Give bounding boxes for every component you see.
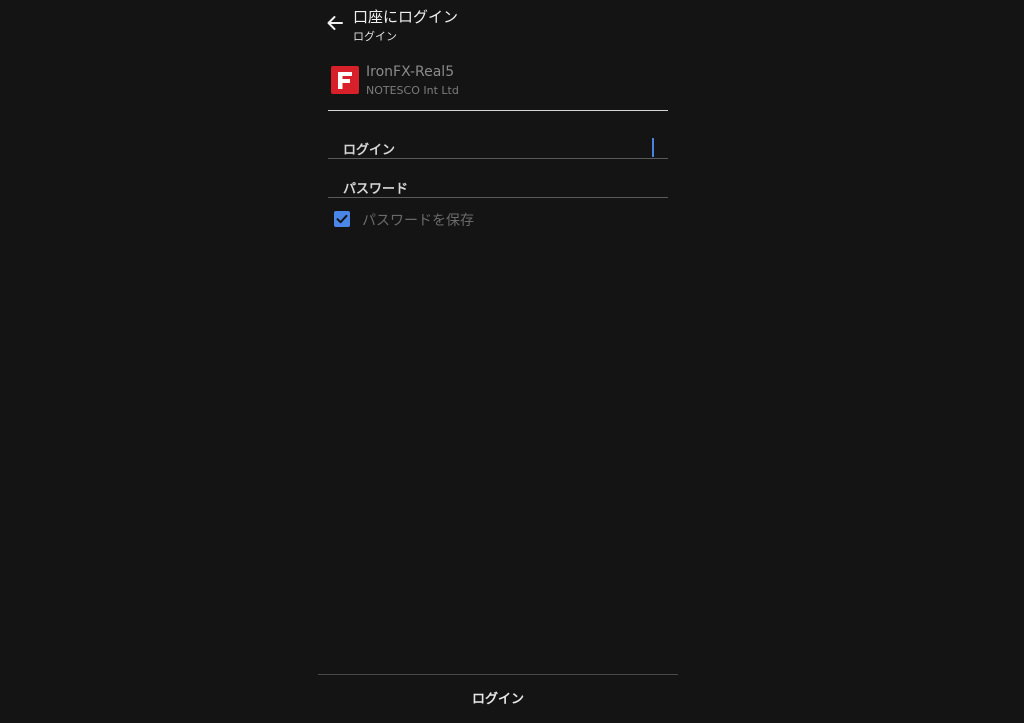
server-name: IronFX-Real5: [366, 64, 455, 80]
checkmark-icon: [336, 214, 348, 224]
login-button[interactable]: ログイン: [318, 675, 678, 719]
page-title: 口座にログイン: [353, 8, 459, 26]
login-screen: 口座にログイン ログイン IronFX-Real5 NOTESCO Int Lt…: [0, 0, 1024, 723]
password-field-underline: [328, 197, 668, 198]
ironfx-logo-icon: [331, 66, 359, 94]
login-field-label: ログイン: [343, 143, 396, 158]
save-password-label: パスワードを保存: [362, 213, 474, 229]
server-divider: [328, 110, 668, 111]
save-password-checkbox[interactable]: [334, 211, 350, 227]
login-field-underline: [328, 158, 668, 159]
page-subtitle: ログイン: [353, 30, 397, 43]
arrow-left-icon: [327, 16, 343, 30]
password-field[interactable]: パスワード: [328, 169, 668, 199]
server-selector[interactable]: IronFX-Real5 NOTESCO Int Ltd: [330, 63, 668, 99]
back-button[interactable]: [324, 12, 346, 34]
text-cursor: [652, 138, 654, 157]
password-field-label: パスワード: [343, 182, 409, 197]
login-field[interactable]: ログイン: [328, 130, 668, 160]
server-company: NOTESCO Int Ltd: [366, 84, 459, 97]
